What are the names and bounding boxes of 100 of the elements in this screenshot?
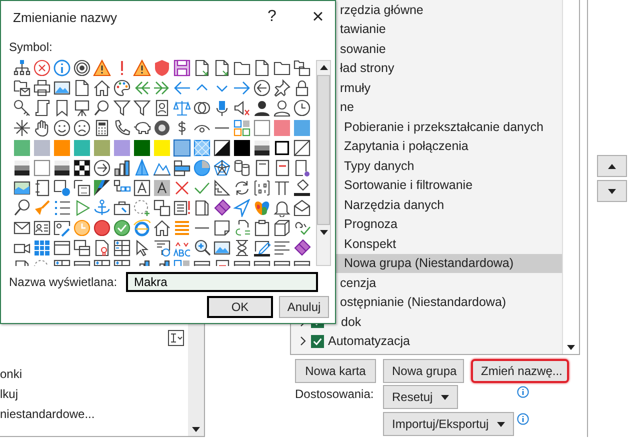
tab-label[interactable]: ne xyxy=(340,100,354,114)
key-icon[interactable] xyxy=(13,99,31,117)
pen-icon[interactable] xyxy=(253,239,271,257)
speaker-muted-icon[interactable] xyxy=(233,99,251,117)
display-name-field[interactable]: Makra xyxy=(126,272,318,292)
checklist-icon[interactable] xyxy=(173,199,191,217)
circle-arrow-left-icon[interactable] xyxy=(253,79,271,97)
scroll-up-icon[interactable] xyxy=(318,64,328,72)
tiles-icon[interactable] xyxy=(233,119,251,137)
film-icon[interactable] xyxy=(73,179,91,197)
letter-box-icon[interactable] xyxy=(133,179,151,197)
import-export-button[interactable]: Importuj/Eksportuj xyxy=(383,412,514,436)
checkerboard-icon[interactable] xyxy=(73,159,91,177)
funnel-icon[interactable] xyxy=(133,99,151,117)
note-icon[interactable] xyxy=(213,219,231,237)
tab-label[interactable]: ostępnianie (Niestandardowa) xyxy=(340,295,506,310)
funnel-icon[interactable] xyxy=(113,99,131,117)
piggy-bank-icon[interactable] xyxy=(133,119,151,137)
diagonal-stripes-icon[interactable] xyxy=(93,179,111,197)
snowflake-icon[interactable] xyxy=(13,119,31,137)
scrollbar-thumb[interactable] xyxy=(317,75,330,225)
tab-label[interactable]: rmuły xyxy=(340,80,371,95)
printer-icon[interactable] xyxy=(33,79,51,97)
refresh-icon[interactable] xyxy=(233,179,251,197)
pushpin-icon[interactable] xyxy=(273,79,291,97)
phone-icon[interactable] xyxy=(113,119,131,137)
command-item[interactable]: onki xyxy=(0,364,188,384)
info-icon[interactable] xyxy=(516,386,529,398)
color-swatch-icon[interactable] xyxy=(33,139,51,157)
help-button[interactable]: ? xyxy=(260,5,284,29)
document-link-icon[interactable] xyxy=(233,219,251,237)
table-icon[interactable] xyxy=(113,239,131,257)
tab-label[interactable]: sowanie xyxy=(340,42,386,56)
scroll-down-icon[interactable] xyxy=(191,425,201,433)
notebook-icon[interactable] xyxy=(253,159,271,177)
book-icon[interactable] xyxy=(193,199,211,217)
color-swatch-icon[interactable] xyxy=(273,119,291,137)
folder-envelope-icon[interactable] xyxy=(13,79,31,97)
picture-icon[interactable] xyxy=(53,79,71,97)
color-swatch-icon[interactable] xyxy=(113,139,131,157)
color-swatch-icon[interactable] xyxy=(173,139,191,157)
picture-globe-icon[interactable] xyxy=(53,179,71,197)
toolbox-icon[interactable] xyxy=(113,199,131,217)
gradient-square-icon[interactable] xyxy=(13,159,31,177)
new-tab-button[interactable]: Nowa karta xyxy=(295,359,376,383)
zoom-icon[interactable] xyxy=(193,239,211,257)
cylinders-icon[interactable] xyxy=(233,159,251,177)
color-swatch-icon[interactable] xyxy=(73,139,91,157)
eight-ball-icon[interactable] xyxy=(153,119,171,137)
tab-label[interactable]: dok xyxy=(341,314,362,329)
clipboard-icon[interactable] xyxy=(253,219,271,237)
tab-row[interactable]: Automatyzacja xyxy=(291,332,562,351)
gradient-square-icon[interactable] xyxy=(53,159,71,177)
color-swatch-icon[interactable] xyxy=(13,139,31,157)
thick-border-square-icon[interactable] xyxy=(273,139,291,157)
folders-icon[interactable] xyxy=(293,59,311,77)
target-icon[interactable] xyxy=(73,59,91,77)
warning-icon[interactable] xyxy=(133,59,151,77)
info-icon[interactable] xyxy=(516,413,529,425)
anchor-icon[interactable] xyxy=(93,199,111,217)
horizontal-bars-icon[interactable] xyxy=(173,159,191,177)
hand-icon[interactable] xyxy=(33,119,51,137)
pencil-card-icon[interactable] xyxy=(53,219,71,237)
person-icon[interactable] xyxy=(253,99,271,117)
color-swatch-icon[interactable] xyxy=(53,139,71,157)
picture-icon[interactable] xyxy=(213,239,231,257)
tab-label[interactable]: tawianie xyxy=(340,22,386,36)
circle-arrow-right-icon[interactable] xyxy=(93,159,111,177)
eraser-icon[interactable] xyxy=(293,239,311,257)
bell-icon[interactable] xyxy=(273,199,291,217)
command-item[interactable]: lkuj xyxy=(0,384,188,404)
tab-label[interactable]: Automatyzacja xyxy=(328,334,410,348)
document-icon[interactable] xyxy=(253,59,271,77)
shield-icon[interactable] xyxy=(153,59,171,77)
text-cursor-dropdown-icon[interactable] xyxy=(168,330,184,346)
color-swatch-icon[interactable] xyxy=(153,139,171,157)
document-icon[interactable] xyxy=(293,159,311,177)
hourglass-icon[interactable] xyxy=(233,239,251,257)
binary-icon[interactable] xyxy=(253,179,271,197)
new-group-button[interactable]: Nowa grupa xyxy=(383,359,464,383)
frowning-face-icon[interactable] xyxy=(73,119,91,137)
scrollbar[interactable] xyxy=(562,0,579,354)
arrow-left-icon[interactable] xyxy=(173,79,191,97)
document-arrow-icon[interactable] xyxy=(213,59,231,77)
easel-icon[interactable] xyxy=(73,99,91,117)
pyramid-icon[interactable] xyxy=(133,159,151,177)
document-arrow-icon[interactable] xyxy=(193,59,211,77)
paint-bucket-icon[interactable] xyxy=(293,179,311,197)
text-lines-icon[interactable] xyxy=(273,239,291,257)
person-icon[interactable] xyxy=(273,99,291,117)
window-icon[interactable] xyxy=(53,239,71,257)
move-down-button[interactable] xyxy=(597,180,627,202)
scroll-down-icon[interactable] xyxy=(566,343,576,351)
document-icon[interactable] xyxy=(73,79,91,97)
x-circle-icon[interactable] xyxy=(33,59,51,77)
calculator-icon[interactable] xyxy=(93,119,111,137)
arrow-right-icon[interactable] xyxy=(233,79,251,97)
folder-icon[interactable] xyxy=(233,59,251,77)
cancel-button[interactable]: Anuluj xyxy=(279,296,329,318)
letter-box-icon[interactable] xyxy=(153,179,171,197)
